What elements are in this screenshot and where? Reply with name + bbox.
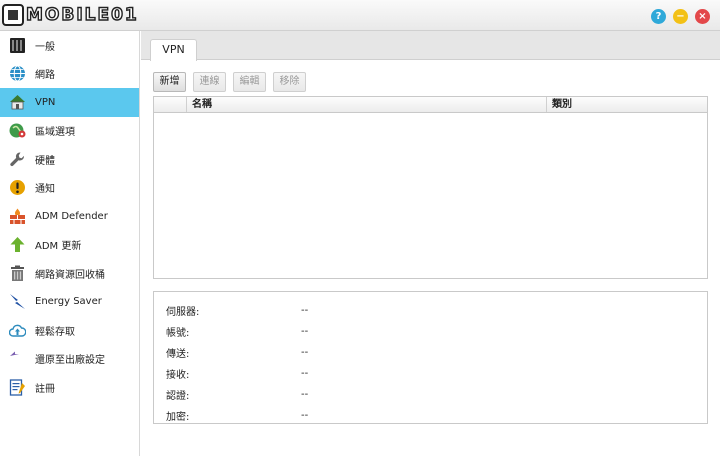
- column-header-name[interactable]: 名稱: [187, 97, 547, 112]
- firewall-icon: [9, 208, 26, 225]
- server-icon: [9, 37, 26, 54]
- sidebar-item-region[interactable]: 區域選項: [0, 117, 139, 146]
- alert-icon: [9, 179, 26, 196]
- sidebar-item-label: 區域選項: [35, 127, 75, 139]
- vpn-profile-grid[interactable]: 名稱 類別: [153, 96, 708, 279]
- sidebar-item-energy-saver[interactable]: Energy Saver: [0, 288, 139, 317]
- info-label: 帳號:: [166, 328, 190, 339]
- info-label: 伺服器:: [166, 307, 200, 318]
- info-label: 加密:: [166, 412, 190, 423]
- info-row-received: 接收: --: [154, 363, 707, 384]
- sidebar-item-adm-defender[interactable]: ADM Defender: [0, 202, 139, 231]
- info-row-authentication: 認證: --: [154, 384, 707, 405]
- info-value: --: [301, 305, 309, 316]
- app-logo: MOBILE01: [2, 2, 139, 28]
- sidebar-item-label: 網路資源回收桶: [35, 269, 105, 281]
- sidebar-item-recycle-bin[interactable]: 網路資源回收桶: [0, 259, 139, 288]
- sidebar-item-label: ADM 更新: [35, 241, 82, 253]
- connect-button[interactable]: 連線: [193, 72, 226, 92]
- info-value: --: [301, 368, 309, 379]
- info-row-server: 伺服器: --: [154, 300, 707, 321]
- globe-icon: [9, 65, 26, 82]
- sidebar-item-label: 硬體: [35, 155, 55, 167]
- edit-button[interactable]: 編輯: [233, 72, 266, 92]
- recycle-bin-icon: [9, 265, 26, 282]
- connection-info-panel: 伺服器: -- 帳號: -- 傳送: -- 接收: -- 認證: -- 加密: …: [153, 291, 708, 424]
- info-value: --: [301, 389, 309, 400]
- sidebar-item-label: 一般: [35, 41, 55, 53]
- info-label: 接收:: [166, 370, 190, 381]
- sidebar-item-label: 輕鬆存取: [35, 326, 75, 338]
- main-panel: VPN 新增 連線 編輯 移除 名稱 類別 伺服器: -- 帳號: -- 傳送:…: [141, 31, 720, 456]
- sidebar-item-notification[interactable]: 通知: [0, 174, 139, 203]
- remove-button[interactable]: 移除: [273, 72, 306, 92]
- sidebar-item-label: ADM Defender: [35, 210, 108, 222]
- restore-icon: [9, 350, 26, 367]
- info-value: --: [301, 326, 309, 337]
- wrench-icon: [9, 151, 26, 168]
- info-label: 認證:: [166, 391, 190, 402]
- sidebar-item-register[interactable]: 註冊: [0, 373, 139, 402]
- column-header-select[interactable]: [154, 97, 187, 112]
- sidebar-item-hardware[interactable]: 硬體: [0, 145, 139, 174]
- info-value: --: [301, 410, 309, 421]
- info-value: --: [301, 347, 309, 358]
- sidebar-item-label: 註冊: [35, 383, 55, 395]
- sidebar-item-label: 網路: [35, 70, 55, 82]
- sidebar-item-network[interactable]: 網路: [0, 60, 139, 89]
- sidebar-item-factory-reset[interactable]: 還原至出廠設定: [0, 345, 139, 374]
- info-row-encryption: 加密: --: [154, 405, 707, 426]
- sidebar-item-vpn[interactable]: VPN: [0, 88, 139, 117]
- register-icon: [9, 379, 26, 396]
- logo-text: MOBILE01: [25, 4, 139, 25]
- info-label: 傳送:: [166, 349, 190, 360]
- sidebar-item-general[interactable]: 一般: [0, 31, 139, 60]
- info-row-sent: 傳送: --: [154, 342, 707, 363]
- help-button[interactable]: ?: [651, 9, 666, 24]
- energy-bolt-icon: [9, 293, 26, 310]
- sidebar-item-label: 還原至出廠設定: [35, 355, 105, 367]
- update-arrow-icon: [9, 236, 26, 253]
- title-bar: MOBILE01 ? − ×: [0, 0, 720, 31]
- region-globe-pin-icon: [9, 122, 26, 139]
- column-header-type[interactable]: 類別: [547, 97, 707, 112]
- tab-vpn[interactable]: VPN: [150, 39, 197, 61]
- close-button[interactable]: ×: [695, 9, 710, 24]
- add-button[interactable]: 新增: [153, 72, 186, 92]
- vpn-house-icon: [9, 94, 26, 111]
- grid-header: 名稱 類別: [154, 97, 707, 113]
- sidebar-item-easy-access[interactable]: 輕鬆存取: [0, 316, 139, 345]
- window-controls: ? − ×: [651, 9, 710, 24]
- toolbar: 新增 連線 編輯 移除: [153, 72, 306, 92]
- info-row-account: 帳號: --: [154, 321, 707, 342]
- logo-box-icon: [2, 4, 24, 26]
- sidebar-item-label: Energy Saver: [35, 296, 102, 308]
- sidebar-item-label: VPN: [35, 96, 56, 108]
- minimize-button[interactable]: −: [673, 9, 688, 24]
- sidebar-item-label: 通知: [35, 184, 55, 196]
- cloud-upload-icon: [9, 322, 26, 339]
- sidebar: 一般 網路 VPN 區域選項 硬體 通知 ADM Defender ADM 更新…: [0, 31, 140, 456]
- tab-strip: VPN: [141, 31, 720, 61]
- sidebar-item-adm-update[interactable]: ADM 更新: [0, 231, 139, 260]
